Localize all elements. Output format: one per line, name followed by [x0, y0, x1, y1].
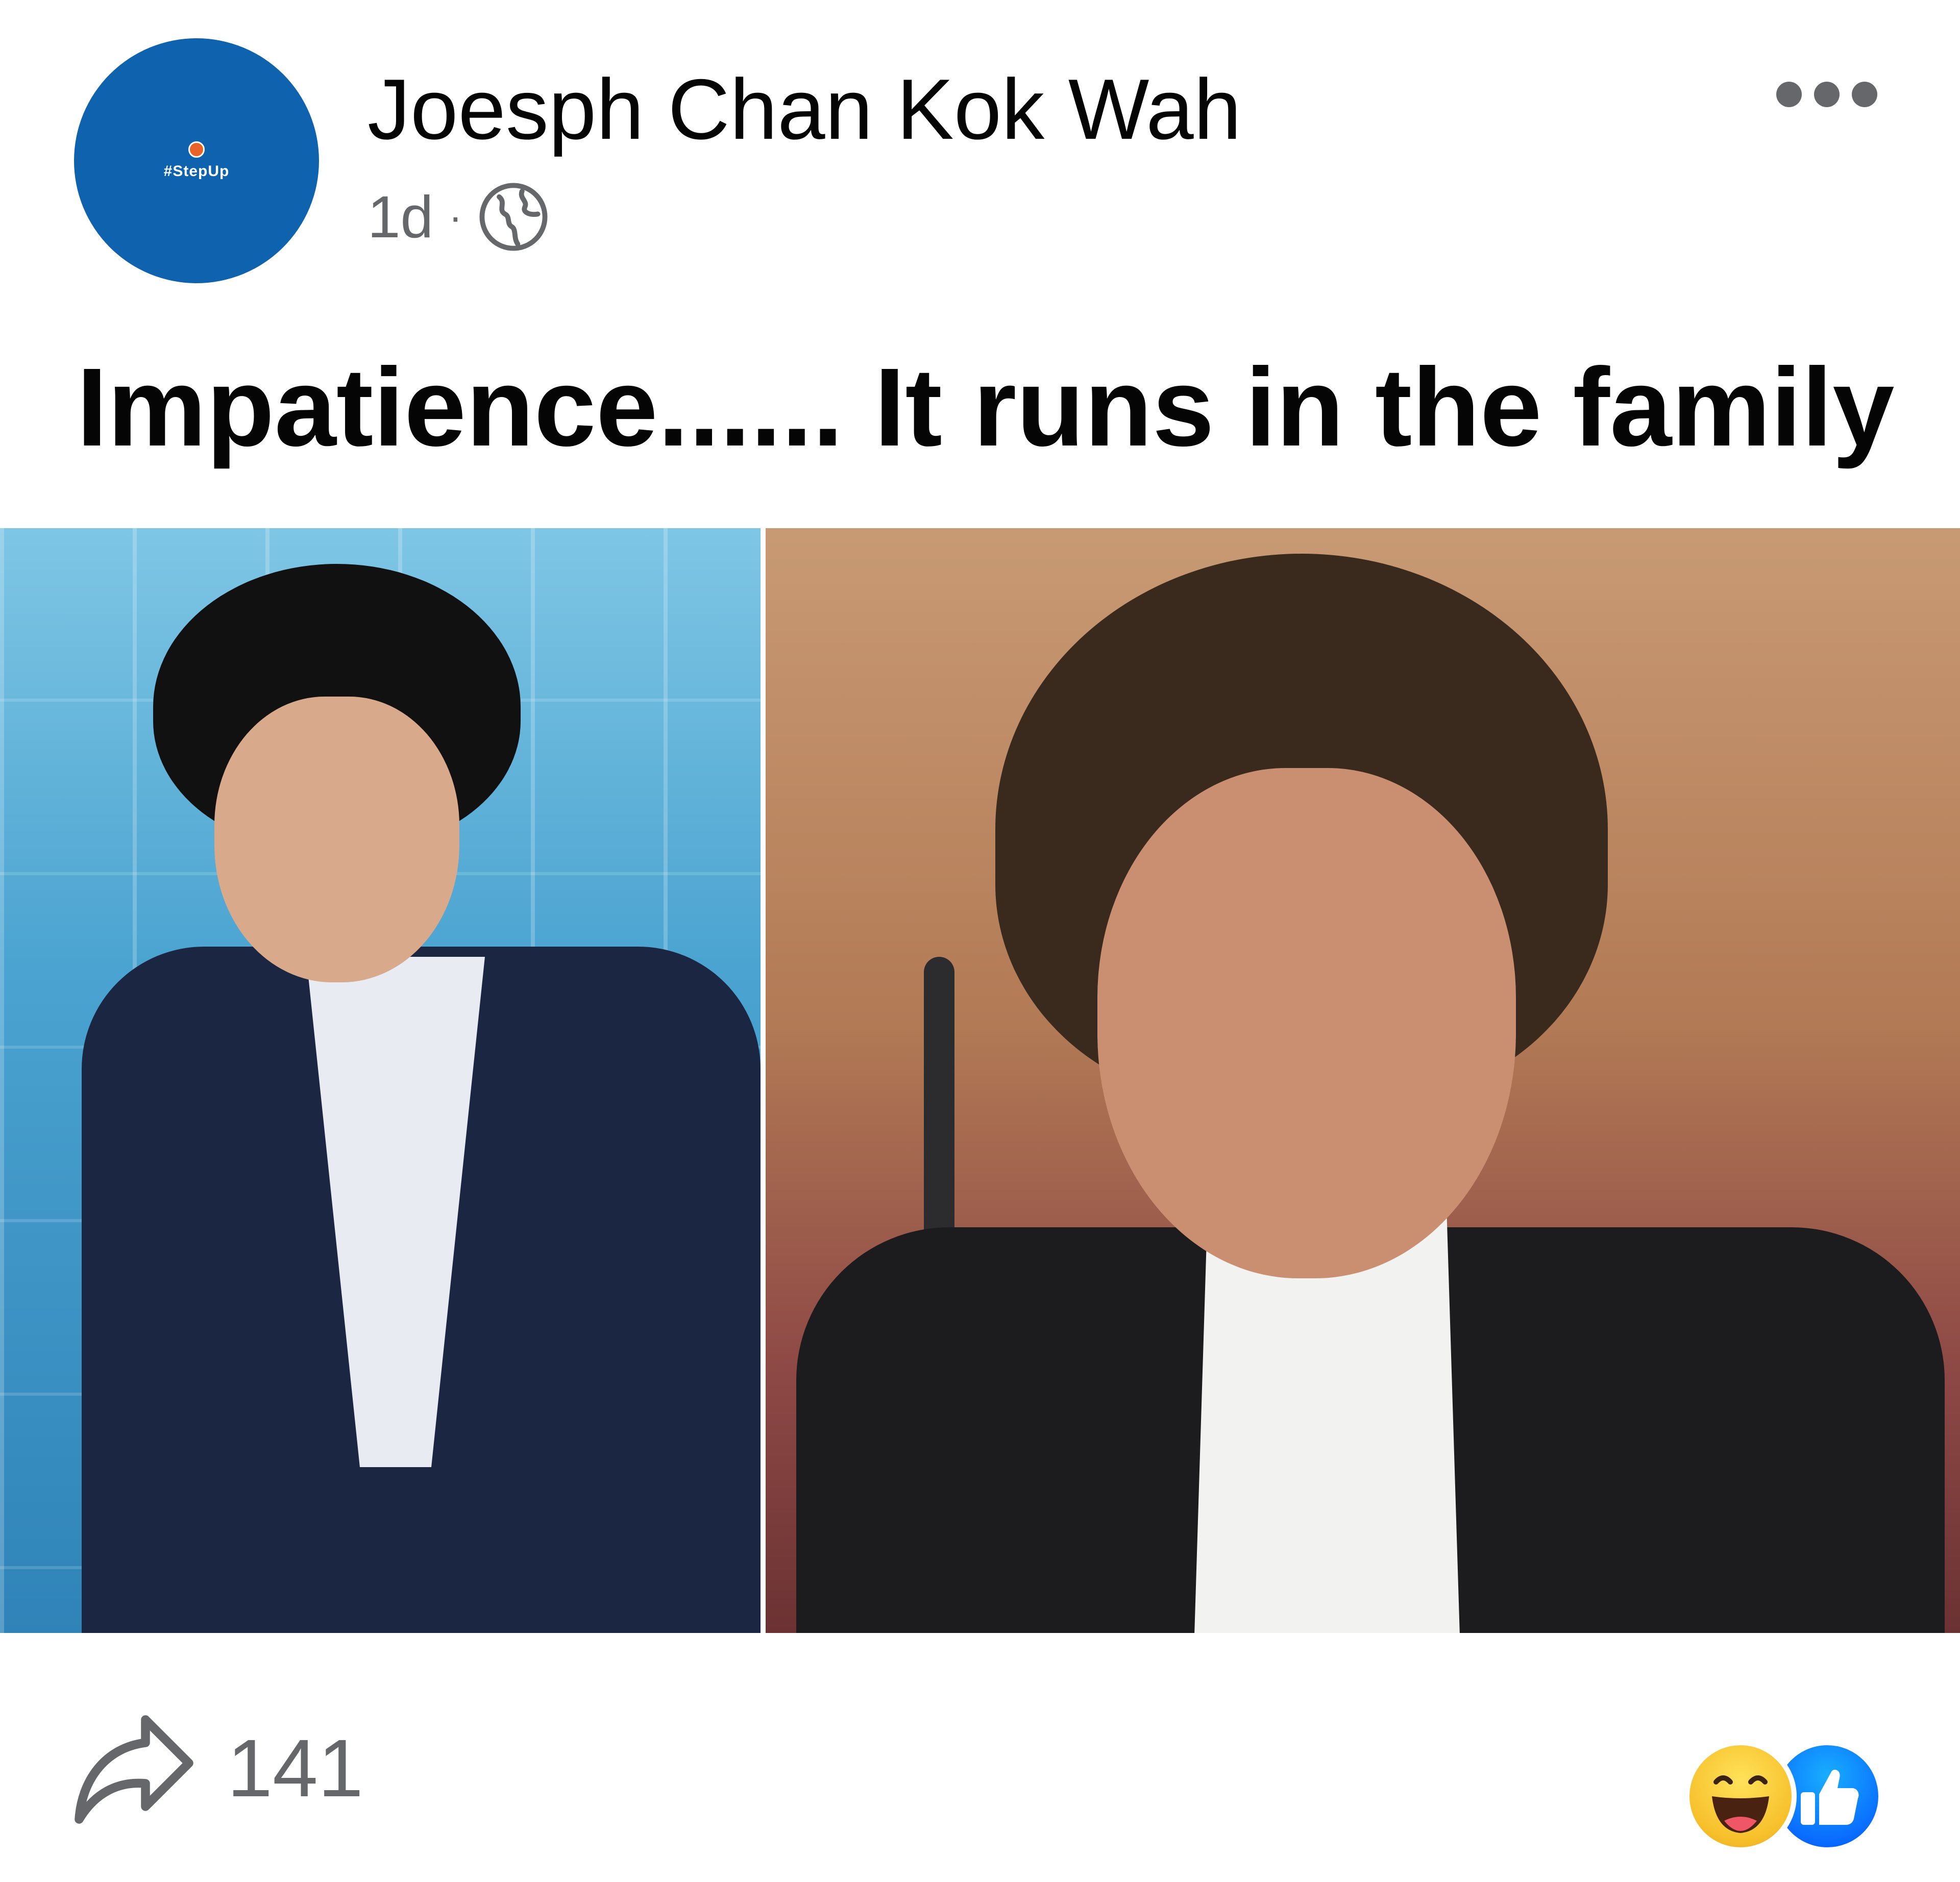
photo-divider	[761, 528, 766, 1633]
man-face	[214, 697, 459, 982]
post-caption: Impatience...... It runs in the family	[77, 345, 1895, 469]
photo-right-panel	[766, 528, 1960, 1633]
more-options-icon[interactable]	[1776, 82, 1877, 107]
globe-icon[interactable]	[478, 181, 549, 253]
haha-icon	[1684, 1740, 1797, 1852]
author-name[interactable]: Joesph Chan Kok Wah	[368, 66, 1241, 152]
post-meta: 1d ·	[368, 181, 549, 253]
share-count: 141	[227, 1722, 363, 1814]
more-dot	[1814, 82, 1840, 107]
reaction-summary[interactable]	[1684, 1735, 1889, 1852]
share-count-area[interactable]: 141	[69, 1710, 363, 1827]
post-time[interactable]: 1d	[368, 187, 433, 246]
photo-left-panel	[0, 528, 761, 1633]
avatar[interactable]: #StepUp	[74, 38, 319, 283]
woman-face	[1097, 768, 1516, 1278]
more-dot	[1776, 82, 1802, 107]
more-dot	[1852, 82, 1877, 107]
share-icon[interactable]	[69, 1710, 197, 1827]
avatar-text: #StepUp	[163, 163, 230, 180]
facebook-post: #StepUp Joesph Chan Kok Wah 1d · Impatie…	[0, 0, 1960, 1882]
avatar-logo-mark	[188, 141, 205, 158]
meta-separator: ·	[449, 194, 462, 239]
post-photo[interactable]	[0, 528, 1960, 1633]
